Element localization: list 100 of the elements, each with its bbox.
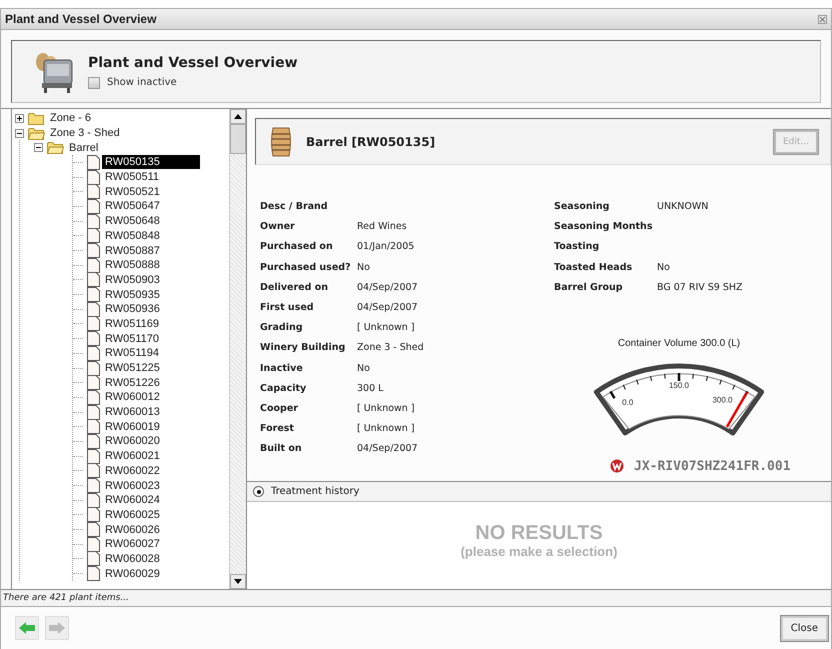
- field-label: Capacity: [260, 382, 308, 396]
- radio-button[interactable]: [253, 486, 264, 497]
- scale-label: 300.0: [712, 395, 732, 404]
- empty-title: NO RESULTS: [475, 522, 603, 544]
- field-label: Purchased used?: [260, 262, 352, 275]
- document-icon: [87, 536, 100, 552]
- field-label: Desc / Brand: [260, 201, 329, 214]
- tree-item[interactable]: Barrel: [66, 140, 102, 155]
- tree-item[interactable]: RW051225: [102, 361, 163, 376]
- tree-item[interactable]: RW051226: [102, 376, 163, 390]
- document-icon: [87, 243, 100, 258]
- tree-item[interactable]: RW060023: [102, 478, 163, 493]
- field-label: Cooper: [260, 402, 299, 416]
- document-icon: [87, 390, 100, 405]
- close-button[interactable]: Close: [780, 616, 828, 640]
- tree-item[interactable]: RW050648: [102, 214, 163, 228]
- gauge-title: Container Volume 300.0 (L): [618, 338, 740, 349]
- tree-item[interactable]: RW050888: [102, 258, 163, 272]
- tree-item[interactable]: RW050887: [102, 244, 163, 258]
- barrel-code: JX-RIV07SHZ241FR.001: [634, 458, 791, 474]
- detail-title: Barrel [RW050135]: [306, 134, 436, 148]
- document-icon: [87, 463, 100, 478]
- document-icon: [87, 566, 100, 582]
- scroll-up-icon[interactable]: [234, 114, 242, 119]
- document-icon: [87, 228, 100, 244]
- field-value: UNKNOWN: [657, 201, 708, 214]
- document-icon: [87, 331, 100, 346]
- tree-item[interactable]: RW060026: [102, 522, 163, 537]
- tree-item[interactable]: RW051170: [102, 332, 162, 346]
- tree-item[interactable]: RW060022: [102, 464, 163, 478]
- tree-item[interactable]: RW050848: [102, 228, 163, 243]
- document-icon: [87, 170, 100, 185]
- tree-item[interactable]: RW050135: [102, 155, 200, 170]
- document-icon: [87, 492, 100, 508]
- document-icon: [87, 375, 100, 390]
- open-folder-icon: [28, 126, 45, 140]
- close-icon[interactable]: [818, 14, 827, 24]
- tree-item[interactable]: RW051169: [102, 316, 162, 331]
- tree-item[interactable]: RW060012: [102, 390, 163, 404]
- document-icon: [87, 258, 100, 273]
- tree-item[interactable]: RW050511: [102, 170, 162, 184]
- document-icon: [87, 287, 100, 302]
- field-value: 04/Sep/2007: [357, 302, 418, 315]
- document-icon: [87, 522, 100, 538]
- checkbox[interactable]: [88, 76, 100, 88]
- field-label: First used: [260, 302, 315, 315]
- scale-label: 0.0: [622, 398, 634, 407]
- tree-item[interactable]: RW050647: [102, 199, 163, 214]
- empty-hint: (please make a selection): [460, 544, 618, 559]
- logo-icon: [610, 459, 624, 474]
- document-icon: [87, 478, 100, 494]
- field-value: 04/Sep/2007: [357, 443, 418, 456]
- document-icon: [87, 184, 100, 200]
- tree-item[interactable]: RW060013: [102, 405, 163, 420]
- window-title: Plant and Vessel Overview: [5, 12, 156, 26]
- collapse-icon[interactable]: [15, 128, 24, 138]
- field-label: Seasoning: [554, 201, 610, 214]
- scrollbar[interactable]: [229, 109, 246, 589]
- tree-item[interactable]: RW060021: [102, 449, 163, 464]
- document-icon: [87, 316, 100, 332]
- tree-item[interactable]: Zone 3 - Shed: [47, 126, 123, 140]
- field-value: No: [357, 362, 370, 376]
- tree-item[interactable]: RW050903: [102, 272, 163, 287]
- document-icon: [87, 419, 100, 434]
- collapse-icon[interactable]: [34, 143, 43, 152]
- field-value: 01/Jan/2005: [357, 241, 414, 254]
- document-icon: [87, 434, 100, 449]
- tree-item[interactable]: RW060020: [102, 434, 163, 448]
- field-value: No: [657, 262, 670, 275]
- document-icon: [87, 404, 100, 420]
- left-arrow-icon: [19, 622, 35, 634]
- expand-icon[interactable]: [15, 114, 24, 123]
- field-label: Toasting: [554, 241, 600, 254]
- field-value: Zone 3 - Shed: [357, 342, 424, 356]
- document-icon: [87, 551, 100, 566]
- tree-item[interactable]: RW050936: [102, 302, 163, 316]
- field-value: 04/Sep/2007: [357, 282, 418, 295]
- scroll-down-icon[interactable]: [234, 579, 242, 584]
- document-icon: [87, 272, 100, 288]
- scroll-thumb[interactable]: [230, 124, 246, 154]
- tree-item[interactable]: Zone - 6: [47, 111, 94, 126]
- field-label: Seasoning Months: [554, 221, 654, 234]
- open-folder-icon: [47, 141, 64, 154]
- field-value: Red Wines: [357, 221, 407, 234]
- document-icon: [87, 214, 100, 229]
- tree-item[interactable]: RW060019: [102, 420, 163, 434]
- tree-item[interactable]: RW060025: [102, 508, 163, 522]
- field-label: Built on: [260, 443, 303, 456]
- tree-item[interactable]: RW050521: [102, 184, 163, 199]
- tree-item[interactable]: RW051194: [102, 346, 162, 360]
- tree-item[interactable]: RW060028: [102, 552, 163, 566]
- tree-item[interactable]: RW060024: [102, 493, 163, 508]
- tree-item[interactable]: RW060027: [102, 537, 163, 552]
- tree-item[interactable]: RW060029: [102, 566, 163, 581]
- page-title: Plant and Vessel Overview: [88, 54, 298, 70]
- document-icon: [87, 448, 100, 464]
- document-icon: [87, 360, 100, 376]
- document-icon: [87, 154, 100, 170]
- document-icon: [87, 507, 100, 522]
- tree-item[interactable]: RW050935: [102, 288, 163, 302]
